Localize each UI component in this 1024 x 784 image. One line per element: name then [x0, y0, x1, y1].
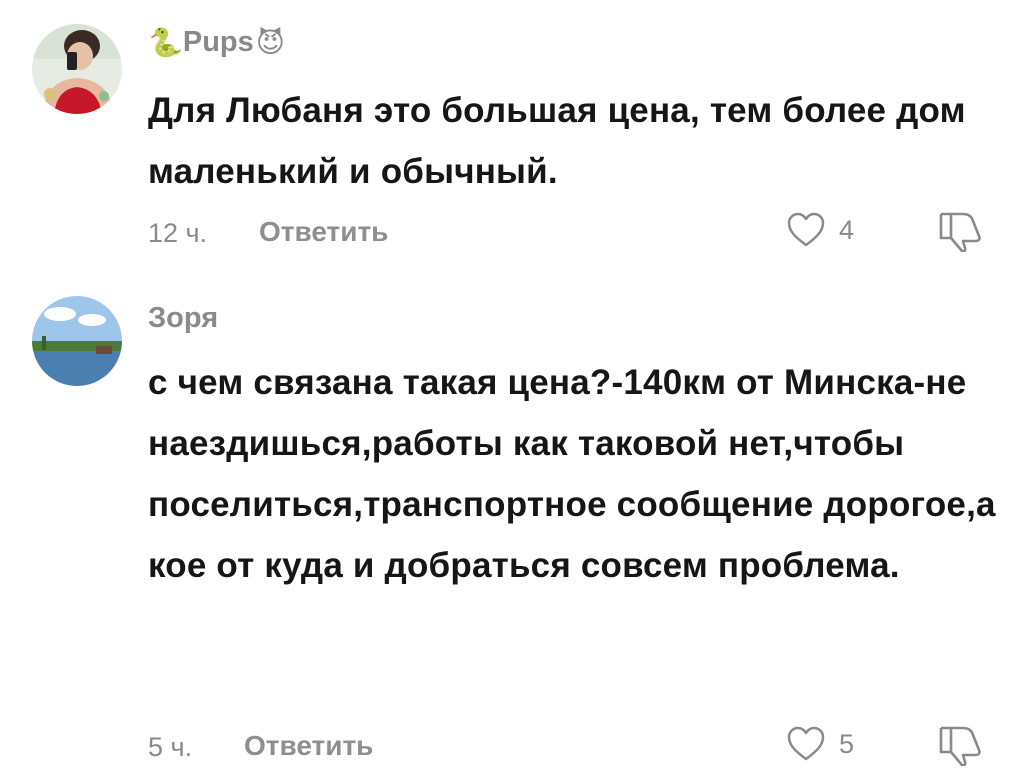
comment-text: Для Любаня это большая цена, тем более д… — [148, 91, 966, 191]
avatar[interactable] — [32, 296, 122, 386]
dislike-button[interactable] — [935, 208, 985, 252]
thumbs-down-outline-icon — [935, 208, 985, 252]
like-button[interactable]: 4 — [785, 210, 854, 250]
heart-outline-icon — [785, 210, 827, 250]
avatar[interactable] — [32, 24, 122, 114]
reply-button[interactable]: Ответить — [244, 730, 373, 762]
comment-username[interactable]: Зоря — [148, 302, 218, 335]
like-count: 4 — [839, 214, 855, 245]
comment-username[interactable]: 🐍 Pups 😈 — [148, 26, 285, 59]
comment-timestamp: 12 ч. — [148, 218, 208, 248]
heart-outline-icon — [785, 724, 827, 764]
like-button[interactable]: 5 — [785, 724, 854, 764]
snake-emoji-icon: 🐍 — [148, 26, 183, 58]
like-count: 5 — [839, 728, 855, 759]
comment-timestamp: 5 ч. — [148, 732, 193, 762]
thumbs-down-outline-icon — [935, 722, 985, 766]
comment-text: с чем связана такая цена?-140км от Минск… — [148, 363, 996, 585]
dislike-button[interactable] — [935, 722, 985, 766]
smiling-devil-emoji-icon: 😈 — [255, 26, 285, 58]
reply-button[interactable]: Ответить — [259, 216, 388, 248]
